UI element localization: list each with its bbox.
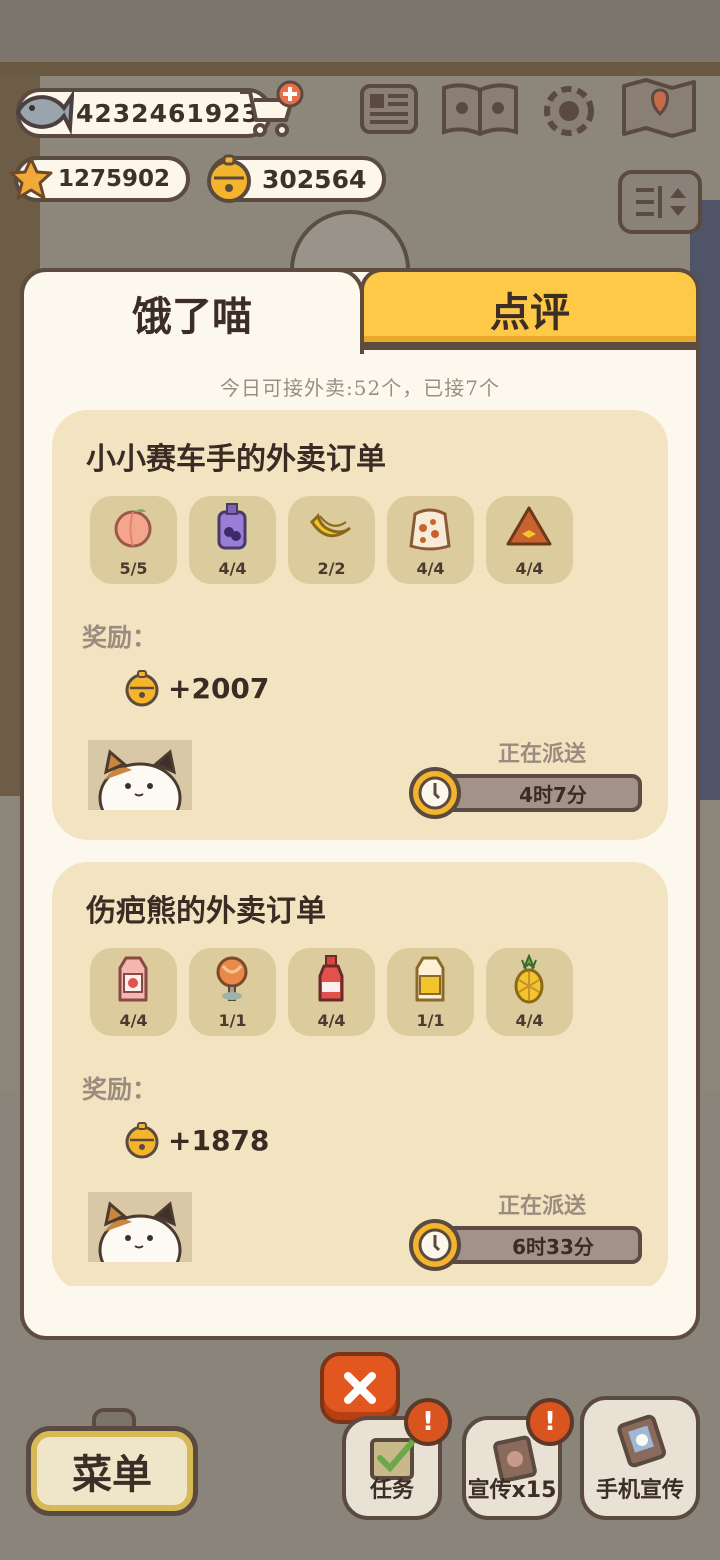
item-slot[interactable]: 4/4	[189, 496, 276, 584]
snack-bag-icon	[409, 508, 451, 551]
shop-cart-icon[interactable]	[236, 80, 304, 142]
order-items: 5/5 4/4 2/2 4/4 4/4	[90, 496, 573, 584]
reward-label: 奖励：	[82, 623, 158, 652]
item-slot[interactable]: 1/1	[387, 948, 474, 1036]
bell-icon	[125, 670, 159, 707]
tab-divider	[364, 342, 700, 350]
juice-carton-icon	[415, 956, 445, 1002]
reward-amount: +2007	[122, 668, 269, 708]
menu-button[interactable]: 菜单	[26, 1426, 198, 1516]
tab-review[interactable]: 点评	[360, 268, 700, 350]
fish-icon	[15, 89, 74, 136]
phone-promo-button[interactable]: 手机宣传	[580, 1396, 700, 1520]
background-sky	[0, 0, 720, 70]
item-count: 4/4	[317, 1011, 346, 1030]
nacho-chip-icon	[506, 506, 552, 546]
order-card: 伤疤熊的外卖订单 4/4 1/1 4/4 1/1 4/4 奖励： +1878 正…	[52, 862, 668, 1286]
phone-promo-label: 手机宣传	[595, 1478, 684, 1503]
grape-juice-icon	[217, 503, 247, 550]
background-beam	[0, 62, 720, 76]
item-slot[interactable]: 1/1	[189, 948, 276, 1036]
courier-cat-avatar	[88, 740, 192, 810]
item-slot[interactable]: 4/4	[486, 948, 573, 1036]
item-count: 5/5	[119, 559, 148, 578]
item-slot[interactable]: 5/5	[90, 496, 177, 584]
side-toggle-button[interactable]	[618, 170, 702, 234]
phone-flyer-icon	[617, 1414, 666, 1468]
order-card: 小小赛车手的外卖订单 5/5 4/4 2/2 4/4 4/4 奖励： +2007…	[52, 410, 668, 840]
reward-value: +1878	[168, 1123, 270, 1157]
courier-cat-avatar	[88, 1192, 192, 1262]
delivery-timer: 6时33分	[436, 1226, 642, 1264]
item-slot[interactable]: 4/4	[486, 496, 573, 584]
strawberry-milk-icon	[118, 956, 148, 1002]
task-label: 任务	[369, 1478, 414, 1503]
order-title: 小小赛车手的外卖订单	[86, 442, 386, 477]
map-icon[interactable]	[620, 76, 698, 140]
item-slot[interactable]: 4/4	[387, 496, 474, 584]
item-count: 4/4	[119, 1011, 148, 1030]
item-count: 4/4	[416, 559, 445, 578]
lollipop-icon	[216, 956, 248, 1001]
bell-icon	[207, 154, 251, 203]
bell-amount: 302564	[262, 164, 367, 194]
gear-icon[interactable]	[536, 80, 602, 142]
alert-badge-icon: !	[404, 1398, 452, 1446]
soda-bottle-icon	[318, 955, 344, 1002]
item-count: 4/4	[218, 559, 247, 578]
reward-amount: +1878	[122, 1120, 269, 1160]
tab-review-label: 点评	[490, 290, 570, 336]
close-icon	[344, 1372, 376, 1404]
timer-value: 6时33分	[512, 1234, 594, 1259]
order-title: 伤疤熊的外卖订单	[86, 894, 326, 929]
clock-icon	[409, 1219, 461, 1271]
fish-amount: 4232461923	[76, 98, 260, 128]
item-count: 4/4	[515, 559, 544, 578]
item-slot[interactable]: 4/4	[90, 948, 177, 1036]
promo-label: 宣传x15	[467, 1478, 557, 1503]
daily-delivery-note: 今日可接外卖:52个，已接7个	[220, 376, 500, 400]
clock-icon	[409, 767, 461, 819]
reward-label: 奖励：	[82, 1075, 158, 1104]
close-button[interactable]	[320, 1352, 400, 1424]
item-count: 1/1	[416, 1011, 445, 1030]
order-items: 4/4 1/1 4/4 1/1 4/4	[90, 948, 573, 1036]
banana-icon	[310, 513, 351, 538]
newspaper-icon[interactable]	[358, 80, 420, 138]
delivery-status: 正在派送	[497, 1194, 586, 1219]
item-count: 1/1	[218, 1011, 247, 1030]
item-count: 4/4	[515, 1011, 544, 1030]
delivery-timer: 4时7分	[436, 774, 642, 812]
star-icon	[9, 157, 53, 200]
bell-icon	[125, 1122, 159, 1159]
menu-label: 菜单	[72, 1452, 152, 1498]
tab-hungry-label: 饿了喵	[132, 294, 252, 340]
order-list[interactable]: 小小赛车手的外卖订单 5/5 4/4 2/2 4/4 4/4 奖励： +2007…	[52, 410, 668, 1286]
timer-value: 4时7分	[519, 782, 587, 807]
delivery-status: 正在派送	[497, 742, 586, 767]
alert-badge-icon: !	[526, 1398, 574, 1446]
star-amount: 1275902	[58, 166, 171, 192]
item-slot[interactable]: 4/4	[288, 948, 375, 1036]
cat-book-icon[interactable]	[440, 80, 520, 142]
tab-hungry-meow[interactable]: 饿了喵	[20, 268, 364, 354]
item-slot[interactable]: 2/2	[288, 496, 375, 584]
peach-icon	[114, 509, 152, 548]
item-count: 2/2	[317, 559, 346, 578]
reward-value: +2007	[168, 671, 270, 705]
pineapple-icon	[514, 954, 544, 1004]
